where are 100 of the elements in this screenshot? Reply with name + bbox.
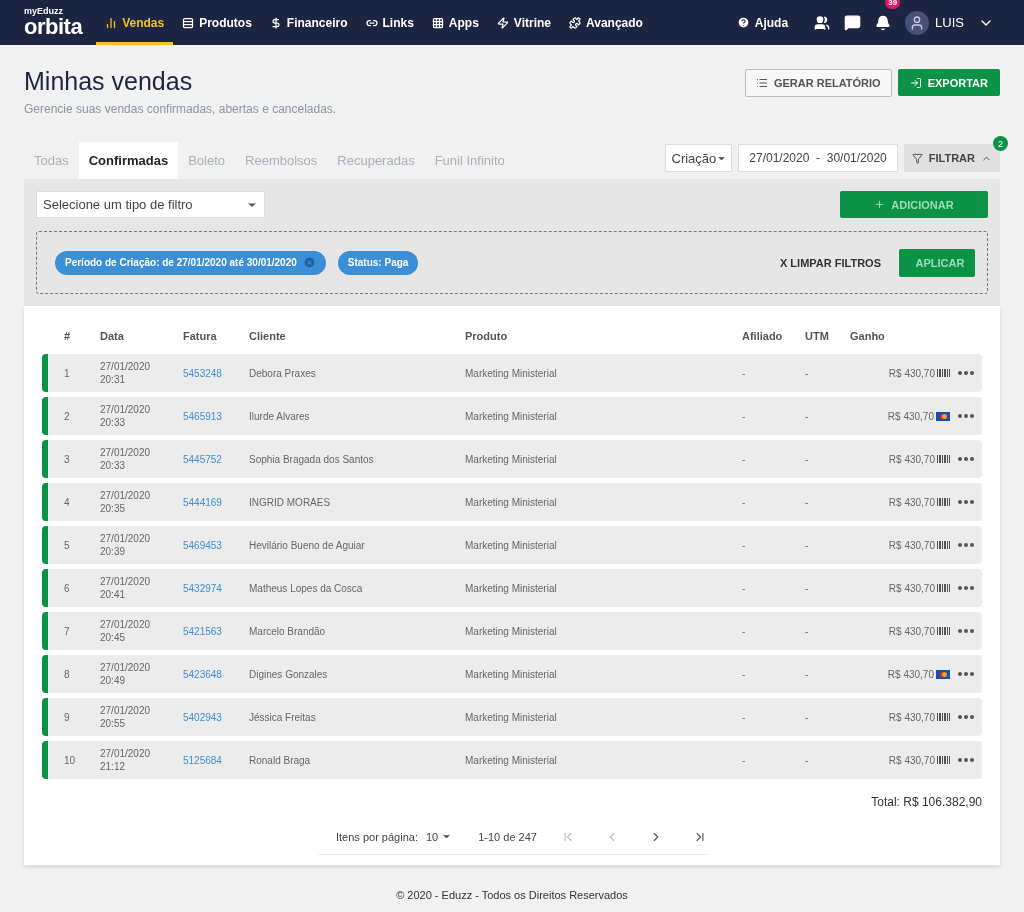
- row-number: 10: [64, 754, 77, 766]
- puzzle-icon: [569, 16, 581, 29]
- invoice-link[interactable]: 5453248: [183, 367, 222, 379]
- sale-row[interactable]: 4 27/01/2020 20:35 5444169 INGRID MORAES Marketing Ministerial - - R$ 430,70: [42, 483, 982, 521]
- total-amount: Total: R$ 106.382,90: [870, 795, 982, 809]
- page-title: Minhas vendas: [24, 67, 194, 96]
- amount-cell: R$ 430,70: [887, 668, 934, 680]
- invoice-link[interactable]: 5125684: [183, 754, 222, 766]
- chat-icon[interactable]: [844, 14, 862, 31]
- date-cell-text: 27/01/2020 21:12: [100, 747, 152, 773]
- client-cell-text: INGRID MORAES: [249, 496, 332, 508]
- nav-item[interactable]: Avançado: [560, 0, 652, 45]
- tab[interactable]: Confirmadas: [78, 142, 179, 179]
- amount-cell: R$ 430,70: [888, 539, 935, 551]
- report-button[interactable]: GERAR RELATÓRIO: [744, 69, 892, 97]
- affiliate-cell-text: -: [742, 539, 747, 551]
- list-icon: [182, 16, 195, 29]
- user-avatar[interactable]: [905, 10, 930, 35]
- filter-chip[interactable]: Status: Paga: [337, 250, 419, 275]
- product-cell-text: Marketing Ministerial: [465, 539, 558, 551]
- date-type-select[interactable]: Criação: [664, 144, 733, 172]
- logo[interactable]: orbita: [24, 16, 83, 38]
- filter-type-select[interactable]: Selecione um tipo de filtro: [36, 191, 265, 218]
- row-number: 9: [64, 711, 71, 723]
- row-number: 1: [64, 367, 71, 379]
- sale-row[interactable]: 5 27/01/2020 20:39 5469453 Hevilário Bueno de Aguiar Marketing Ministerial - - R$ 430,70: [42, 526, 982, 564]
- filter-chip[interactable]: Período de Criação: de 27/01/2020 até 30/01/2020: [55, 250, 326, 275]
- export-button[interactable]: EXPORTAR: [897, 69, 1000, 96]
- date-cell-text: 27/01/2020 20:35: [100, 489, 152, 515]
- column-header: Afiliado: [742, 330, 784, 342]
- sale-row[interactable]: 3 27/01/2020 20:33 5445752 Sophia Bragada dos Santos Marketing Ministerial - - R$ 430,70: [42, 440, 982, 478]
- sale-row[interactable]: 6 27/01/2020 20:41 5432974 Matheus Lopes da Cosca Marketing Ministerial - - R$ 430,70: [42, 569, 982, 607]
- product-cell-text: Marketing Ministerial: [465, 668, 558, 680]
- nav-item[interactable]: Produtos: [173, 0, 261, 45]
- client-cell-text: Ronald Braga: [249, 754, 312, 766]
- invoice-link[interactable]: 5432974: [183, 582, 222, 594]
- sale-row[interactable]: 2 27/01/2020 20:33 5465913 Ilurde Alvares Marketing Ministerial - - R$ 430,70: [42, 397, 982, 435]
- utm-cell-text: -: [805, 754, 810, 766]
- more-icon: [958, 414, 974, 418]
- sale-row[interactable]: 9 27/01/2020 20:55 5402943 Jéssica Freitas Marketing Ministerial - - R$ 430,70: [42, 698, 982, 736]
- amount-cell: R$ 430,70: [888, 625, 935, 637]
- users-icon[interactable]: [814, 14, 831, 31]
- notification-count: 39: [885, 0, 901, 9]
- affiliate-cell-text: -: [742, 367, 747, 379]
- invoice-link[interactable]: 5444169: [183, 496, 222, 508]
- more-icon: [958, 371, 974, 375]
- invoice-link[interactable]: 5469453: [183, 539, 222, 551]
- row-number: 5: [64, 539, 71, 551]
- sale-row[interactable]: 8 27/01/2020 20:49 5423648 Digines Gonzales Marketing Ministerial - - R$ 430,70: [42, 655, 982, 693]
- sale-row[interactable]: 7 27/01/2020 20:45 5421563 Marcelo Brandão Marketing Ministerial - - R$ 430,70: [42, 612, 982, 650]
- product-cell-text: Marketing Ministerial: [465, 625, 558, 637]
- row-number: 4: [64, 496, 71, 508]
- affiliate-cell-text: -: [742, 625, 747, 637]
- client-cell-text: Hevilário Bueno de Aguiar: [249, 539, 366, 551]
- more-icon: [958, 500, 974, 504]
- row-number: 2: [64, 410, 71, 422]
- nav-item[interactable]: Vitrine: [487, 0, 560, 45]
- more-icon: [958, 457, 974, 461]
- notifications-icon[interactable]: [875, 14, 892, 31]
- client-cell-text: Digines Gonzales: [249, 668, 329, 680]
- invoice-link[interactable]: 5402943: [183, 711, 222, 723]
- utm-cell-text: -: [805, 539, 810, 551]
- user-name: LUIS: [935, 15, 964, 30]
- sale-row[interactable]: 10 27/01/2020 21:12 5125684 Ronald Braga Marketing Ministerial - - R$ 430,70: [42, 741, 982, 779]
- affiliate-cell-text: -: [742, 711, 747, 723]
- invoice-link[interactable]: 5445752: [183, 453, 222, 465]
- more-icon: [958, 629, 974, 633]
- utm-cell-text: -: [805, 582, 810, 594]
- row-number: 3: [64, 453, 71, 465]
- amount-cell: R$ 430,70: [888, 754, 935, 766]
- nav-item[interactable]: Links: [356, 0, 423, 45]
- column-header: Cliente: [249, 330, 287, 342]
- nav-item[interactable]: Apps: [422, 0, 488, 45]
- nav-item[interactable]: Vendas: [96, 0, 174, 45]
- row-number: 6: [64, 582, 71, 594]
- product-cell-text: Marketing Ministerial: [465, 367, 558, 379]
- logo-caption: myEduzz: [24, 7, 64, 16]
- page-size-select[interactable]: 10: [425, 830, 453, 843]
- column-header: Produto: [465, 330, 509, 342]
- date-cell-text: 27/01/2020 20:39: [100, 532, 152, 558]
- dollar-icon: [269, 16, 282, 29]
- client-cell-text: Jéssica Freitas: [249, 711, 317, 723]
- grid-icon: [431, 16, 444, 29]
- clear-filters-button[interactable]: X LIMPAR FILTROS: [773, 255, 887, 270]
- filter-count-badge: 2: [993, 136, 1008, 151]
- affiliate-cell-text: -: [742, 582, 747, 594]
- client-cell-text: Ilurde Alvares: [249, 410, 311, 422]
- invoice-link[interactable]: 5421563: [183, 625, 222, 637]
- product-cell-text: Marketing Ministerial: [465, 410, 558, 422]
- help-icon: [736, 16, 750, 29]
- invoice-link[interactable]: 5465913: [183, 410, 222, 422]
- nav-item[interactable]: Financeiro: [260, 0, 357, 45]
- sale-row[interactable]: 1 27/01/2020 20:31 5453248 Debora Praxes Marketing Ministerial - - R$ 430,70: [42, 354, 982, 392]
- invoice-link[interactable]: 5423648: [183, 668, 222, 680]
- date-range-field[interactable]: 27/01/2020 - 30/01/2020: [738, 144, 898, 172]
- help-link[interactable]: Ajuda: [736, 0, 789, 45]
- page-range: 1-10 de 247: [478, 830, 537, 843]
- utm-cell-text: -: [805, 668, 810, 680]
- utm-cell-text: -: [805, 496, 810, 508]
- bar-chart-icon: [105, 16, 118, 29]
